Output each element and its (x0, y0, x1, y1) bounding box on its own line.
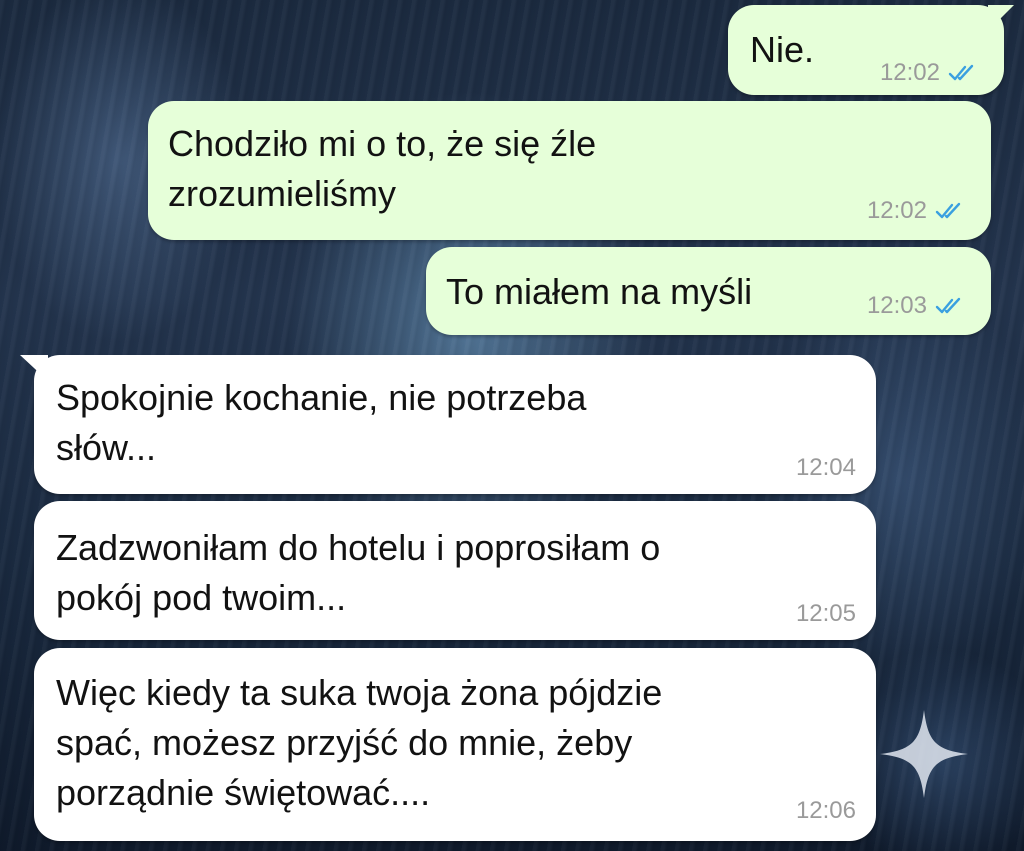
incoming-message[interactable]: Spokojnie kochanie, nie potrzeba słów...… (20, 355, 876, 494)
message-line: słów... (56, 427, 157, 468)
message-line: Chodziło mi o to, że się źle (168, 123, 597, 164)
message-text: To miałem na myśli (446, 267, 752, 317)
outgoing-message[interactable]: Chodziło mi o to, że się źle zrozumieliś… (148, 101, 991, 240)
message-time: 12:02 (866, 197, 927, 224)
message-line: zrozumieliśmy (168, 173, 397, 214)
message-time: 12:06 (795, 797, 856, 824)
message-text: Nie. (750, 25, 814, 75)
message-text: Więc kiedy ta suka twoja żona pójdzie sp… (56, 668, 662, 818)
message-time: 12:02 (879, 59, 940, 86)
message-line: pokój pod twoim... (56, 577, 347, 618)
message-line: Nie. (750, 29, 815, 70)
message-line: porządnie świętować.... (56, 772, 431, 813)
double-check-icon (935, 296, 963, 316)
bubble-tail (988, 5, 1014, 31)
chat-message-list: Nie. 12:02 Chodziło mi o to, że się źle … (0, 0, 1024, 851)
sparkle-icon (876, 706, 972, 802)
message-meta: 12:03 (867, 292, 963, 320)
message-meta: 12:02 (867, 197, 963, 225)
double-check-icon (935, 201, 963, 221)
message-line: Zadzwoniłam do hotelu i poprosiłam o (56, 527, 661, 568)
message-line: spać, możesz przyjść do mnie, żeby (56, 722, 633, 763)
double-check-icon (948, 63, 976, 83)
incoming-message[interactable]: Zadzwoniłam do hotelu i poprosiłam o pok… (34, 501, 876, 640)
message-time: 12:04 (795, 454, 856, 481)
message-line: Spokojnie kochanie, nie potrzeba (56, 377, 587, 418)
bubble-tail (20, 355, 48, 381)
message-meta: 12:05 (796, 600, 856, 628)
message-text: Spokojnie kochanie, nie potrzeba słów... (56, 373, 586, 473)
message-line: Więc kiedy ta suka twoja żona pójdzie (56, 672, 663, 713)
outgoing-message[interactable]: Nie. 12:02 (728, 5, 1014, 95)
message-time: 12:05 (795, 600, 856, 627)
message-line: To miałem na myśli (446, 271, 753, 312)
message-meta: 12:02 (880, 59, 976, 87)
message-text: Chodziło mi o to, że się źle zrozumieliś… (168, 119, 596, 219)
outgoing-message[interactable]: To miałem na myśli 12:03 (426, 247, 991, 335)
incoming-message[interactable]: Więc kiedy ta suka twoja żona pójdzie sp… (34, 648, 876, 841)
message-text: Zadzwoniłam do hotelu i poprosiłam o pok… (56, 523, 660, 623)
message-meta: 12:04 (796, 454, 856, 482)
message-time: 12:03 (866, 292, 927, 319)
message-meta: 12:06 (796, 797, 856, 825)
